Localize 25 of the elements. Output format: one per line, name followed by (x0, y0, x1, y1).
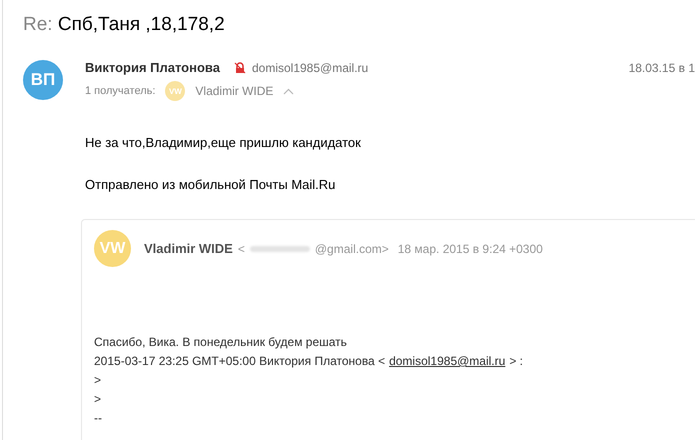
recipient-avatar: VW (165, 81, 186, 101)
quoted-sender-name: Vladimir WIDE (144, 241, 233, 256)
sender-name[interactable]: Виктория Платонова (85, 60, 220, 75)
chevron-icon[interactable] (283, 88, 294, 94)
sender-email[interactable]: domisol1985@mail.ru (252, 60, 368, 74)
quoted-date: 18 мар. 2015 в 9:24 +0300 (398, 242, 543, 256)
quoted-line: > (94, 373, 102, 389)
quoted-line: > : (509, 354, 523, 368)
email-date: 18.03.15 в 1 (628, 60, 695, 74)
email-subject: Re: Спб,Таня ,18,178,2 (22, 13, 226, 37)
quoted-line: Спасибо, Вика. В понедельник будем решать (94, 335, 348, 351)
quoted-avatar: VW (94, 230, 131, 267)
email-link[interactable]: domisol1985@mail.ru (389, 354, 506, 368)
recipients-label: 1 получатель: (85, 85, 156, 97)
quoted-line: -- (94, 411, 103, 427)
redaction-mark (250, 246, 310, 252)
quoted-line: 2015-03-17 23:25 GMT+05:00 Виктория Платонова < (94, 354, 386, 368)
lock-icon (234, 62, 246, 74)
sender-avatar: ВП (23, 60, 63, 100)
message-text: Не за что,Владимир,еще пришлю кандидаток (85, 135, 362, 150)
quoted-email: < (238, 242, 245, 256)
recipient-name[interactable]: Vladimir WIDE (195, 84, 274, 98)
quoted-line: > (94, 392, 102, 408)
message-text: Отправлено из мобильной Почты Mail.Ru (85, 177, 336, 192)
quoted-email: @gmail.com> (314, 242, 389, 256)
